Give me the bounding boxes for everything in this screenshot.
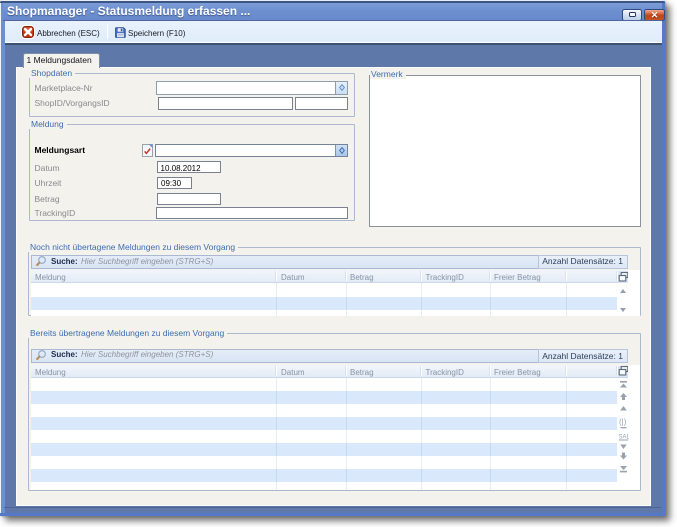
svg-text:(|): (|) [619, 418, 627, 427]
